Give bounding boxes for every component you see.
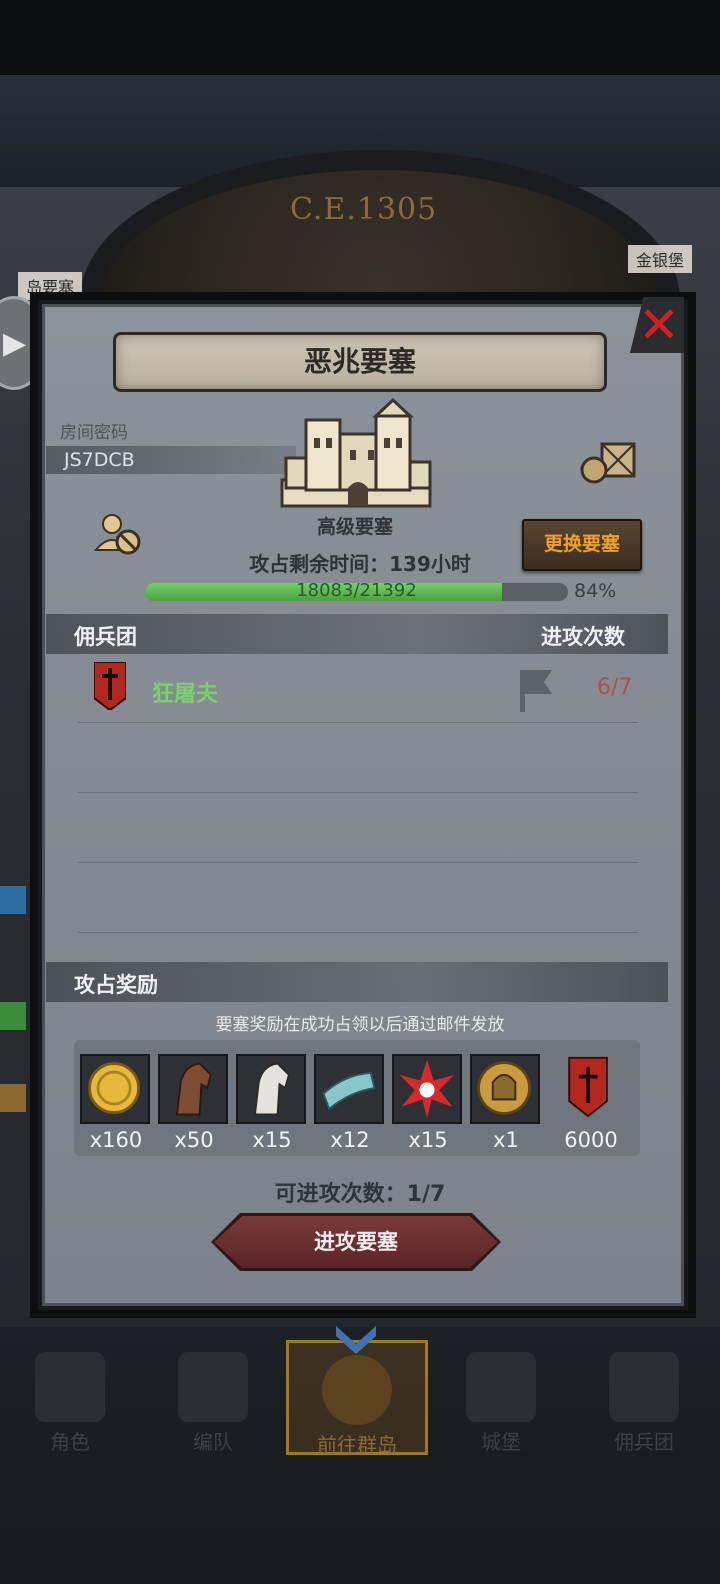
reward-qty: x160 bbox=[89, 1128, 143, 1152]
castle-icon bbox=[466, 1352, 536, 1422]
attack-count-header: 进攻次数 bbox=[541, 625, 625, 649]
nav-label: 前往群岛 bbox=[317, 1433, 397, 1457]
map-tag-left: 岛要塞 bbox=[18, 272, 83, 300]
title-banner: 恶兆要塞 bbox=[113, 332, 607, 392]
change-fortress-label: 更换要塞 bbox=[543, 533, 620, 555]
chevron-down-icon bbox=[336, 1326, 376, 1354]
helmet-icon bbox=[178, 1352, 248, 1422]
knight-helmet-coin-icon[interactable] bbox=[470, 1054, 540, 1124]
no-user-icon[interactable] bbox=[94, 512, 142, 556]
attempts-remaining: 可进攻次数：1/7 bbox=[274, 1182, 446, 1207]
supplies-icon[interactable] bbox=[580, 438, 638, 484]
red-star-icon[interactable] bbox=[392, 1054, 462, 1124]
list-divider bbox=[78, 862, 638, 863]
list-divider bbox=[78, 722, 638, 723]
merc-attack-count: 6/7 bbox=[597, 675, 633, 700]
edge-icon-gold[interactable] bbox=[0, 1084, 26, 1112]
list-divider bbox=[78, 932, 638, 933]
progress-percent: 84% bbox=[574, 580, 617, 602]
map-tag-right: 金银堡 bbox=[628, 245, 693, 273]
white-horse-icon[interactable] bbox=[236, 1054, 306, 1124]
merc-name[interactable]: 狂屠夫 bbox=[152, 676, 218, 708]
reward-qty: x50 bbox=[174, 1128, 214, 1152]
guild-emblem-icon bbox=[94, 662, 126, 710]
brown-horse-icon[interactable] bbox=[158, 1054, 228, 1124]
cloth-icon[interactable] bbox=[314, 1054, 384, 1124]
reward-qty: x15 bbox=[252, 1128, 292, 1152]
chevron-right-icon: ▶ bbox=[3, 326, 27, 361]
knight-icon bbox=[35, 1352, 105, 1422]
room-label: 房间密码 bbox=[60, 423, 128, 443]
dialog-title: 恶兆要塞 bbox=[303, 345, 416, 378]
list-divider bbox=[78, 792, 638, 793]
era-label: C.E.1305 bbox=[290, 192, 438, 227]
nav-formation[interactable]: 编队 bbox=[143, 1340, 283, 1455]
edge-icon-green[interactable] bbox=[0, 1002, 26, 1030]
compass-icon bbox=[322, 1355, 392, 1425]
change-fortress-button[interactable]: 更换要塞 bbox=[522, 519, 642, 571]
reward-qty: x1 bbox=[493, 1128, 519, 1152]
flag-icon bbox=[520, 670, 552, 712]
room-code[interactable]: JS7DCB bbox=[64, 449, 135, 471]
fortress-icon bbox=[280, 398, 432, 508]
reward-qty: x12 bbox=[330, 1128, 370, 1152]
time-remaining: 攻占剩余时间：139小时 bbox=[249, 552, 471, 576]
edge-icon-blue[interactable] bbox=[0, 886, 26, 914]
progress-value: 18083/21392 bbox=[296, 580, 417, 601]
reward-header-title: 攻占奖励 bbox=[74, 973, 158, 997]
nav-character[interactable]: 角色 bbox=[0, 1340, 140, 1455]
fortress-name: 高级要塞 bbox=[316, 516, 393, 538]
nav-label: 佣兵团 bbox=[614, 1430, 674, 1454]
reward-note: 要塞奖励在成功占领以后通过邮件发放 bbox=[215, 1015, 505, 1035]
nav-label: 角色 bbox=[50, 1430, 90, 1454]
nav-castle[interactable]: 城堡 bbox=[431, 1340, 571, 1455]
reward-qty: 6000 bbox=[564, 1128, 618, 1152]
nav-label: 编队 bbox=[193, 1430, 233, 1454]
attack-fortress-label: 进攻要塞 bbox=[314, 1230, 398, 1254]
ship-icon bbox=[609, 1352, 679, 1422]
nav-label: 城堡 bbox=[481, 1430, 521, 1454]
gold-coin-icon[interactable] bbox=[80, 1054, 150, 1124]
nav-mercenary[interactable]: 佣兵团 bbox=[574, 1340, 714, 1455]
guild-banner-icon[interactable] bbox=[556, 1054, 626, 1124]
close-icon: ✕ bbox=[638, 296, 680, 354]
merc-header-title: 佣兵团 bbox=[74, 625, 137, 649]
reward-qty: x15 bbox=[408, 1128, 448, 1152]
attack-fortress-button[interactable]: 进攻要塞 bbox=[214, 1216, 498, 1268]
